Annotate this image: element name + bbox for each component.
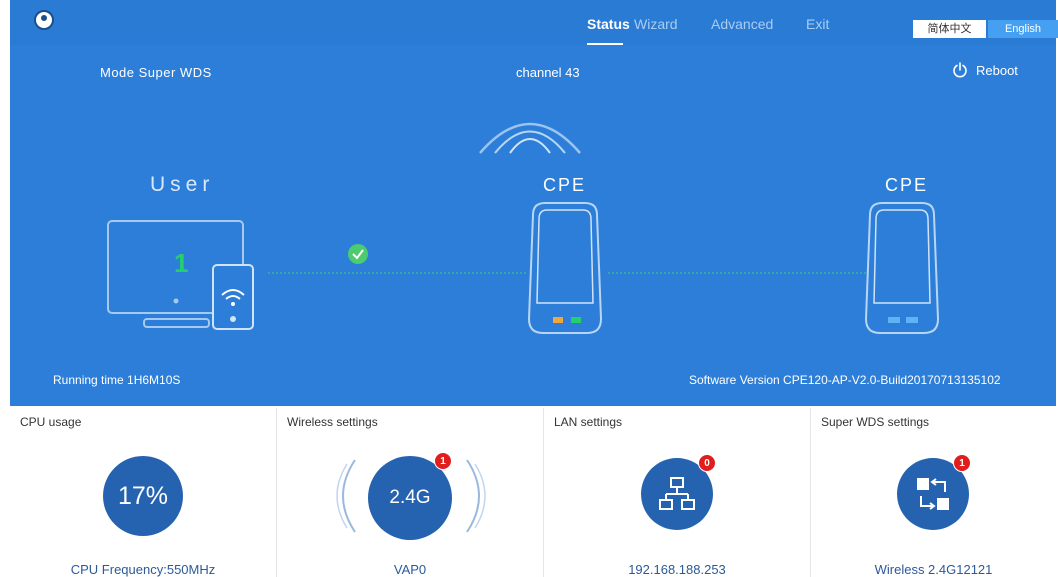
connected-check-icon [348, 244, 368, 264]
lan-panel-title: LAN settings [554, 415, 623, 429]
wds-exchange-icon [917, 478, 949, 510]
lang-chinese-button[interactable]: 简体中文 [913, 20, 986, 38]
top-nav-bar: Status Wizard Advanced Exit 简体中文 English [10, 0, 1058, 45]
cpe-left-title: CPE [543, 175, 587, 195]
wireless-panel-title: Wireless settings [287, 415, 378, 429]
left-margin [0, 0, 10, 577]
status-hero: Mode Super WDS channel 43 Reboot User CP… [10, 45, 1056, 406]
lan-ip-address: 192.168.188.253 [628, 562, 726, 577]
nav-wizard[interactable]: Wizard [634, 16, 678, 32]
software-version: Software Version CPE120-AP-V2.0-Build201… [689, 373, 1001, 387]
channel-label: channel 43 [516, 65, 580, 80]
reboot-button[interactable]: Reboot [952, 62, 1018, 78]
lan-badge: 0 [698, 454, 716, 472]
cpu-frequency: CPU Frequency:550MHz [70, 562, 216, 577]
cpu-usage-gauge: 17% [103, 456, 183, 536]
nav-advanced[interactable]: Advanced [711, 16, 773, 32]
user-avatar-icon[interactable] [34, 10, 54, 30]
wds-badge: 1 [953, 454, 971, 472]
mode-label: Mode Super WDS [100, 65, 212, 80]
wds-panel-title: Super WDS settings [821, 415, 930, 429]
wireless-badge: 1 [434, 452, 452, 470]
power-icon [953, 62, 967, 78]
cpe-left-device-icon [527, 202, 603, 334]
cpe-right-title: CPE [885, 175, 929, 195]
wifi-signal-icon [479, 122, 581, 154]
user-count: 1 [174, 248, 189, 278]
wireless-band-value: 2.4G [389, 487, 431, 508]
cpe-right-device-icon [864, 202, 940, 334]
wds-panel[interactable]: Super WDS settings 1 Wireless 2.4G12121 [811, 408, 1056, 577]
user-title: User [150, 173, 215, 196]
cpu-panel-title: CPU usage [20, 415, 82, 429]
lang-english-button[interactable]: English [988, 20, 1058, 38]
nav-status[interactable]: Status [587, 16, 630, 32]
status-panels: CPU usage 17% CPU Frequency:550MHz Wirel… [10, 408, 1056, 577]
wds-wireless-name: Wireless 2.4G12121 [874, 562, 993, 577]
nav-exit[interactable]: Exit [806, 16, 829, 32]
cpu-usage-value: 17% [117, 481, 169, 510]
running-time: Running time 1H6M10S [53, 373, 181, 387]
wireless-panel[interactable]: Wireless settings 2.4G 1 VAP0 [277, 408, 544, 577]
reboot-label: Reboot [976, 62, 1018, 78]
wireless-vap: VAP0 [393, 562, 427, 577]
cpu-panel[interactable]: CPU usage 17% CPU Frequency:550MHz [10, 408, 277, 577]
network-topology-icon [659, 477, 695, 510]
lan-panel[interactable]: LAN settings 0 192.168.188.253 [544, 408, 811, 577]
